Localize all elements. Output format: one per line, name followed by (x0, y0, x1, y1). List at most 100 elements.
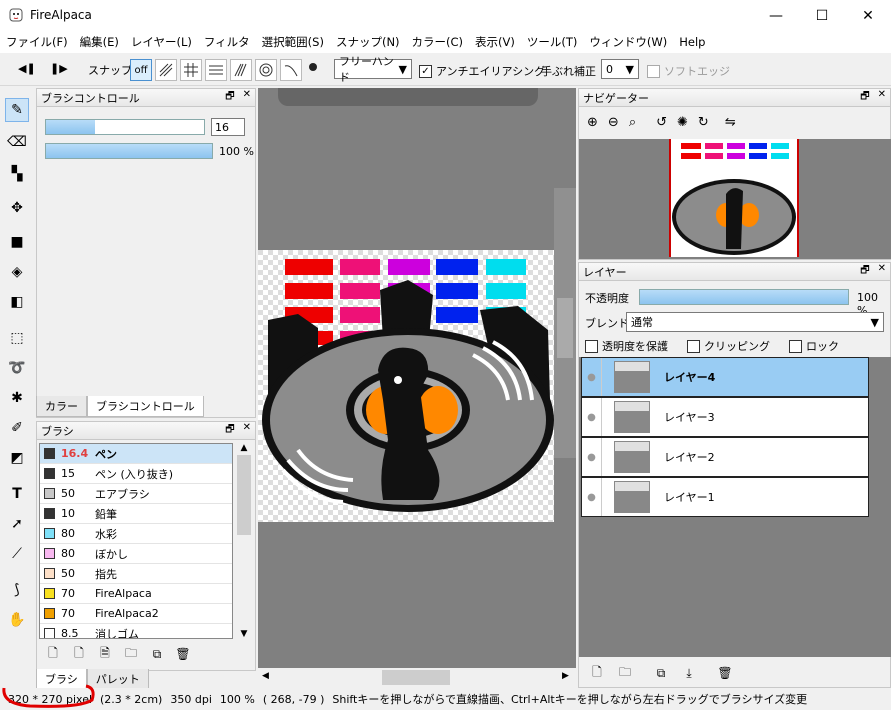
snap-off-button[interactable]: off (130, 59, 152, 81)
zoom-fit-icon[interactable]: ⌕ (629, 115, 636, 130)
snap-lines-icon[interactable] (205, 59, 227, 81)
duplicate-layer-icon[interactable]: ⧉ (653, 665, 669, 681)
menu-select[interactable]: 選択範囲(S) (256, 31, 330, 53)
brush-item[interactable]: 50 指先 (40, 564, 232, 584)
layer-row[interactable]: ● レイヤー4 (581, 357, 869, 397)
magic-wand-tool-icon[interactable]: ✱ (5, 386, 29, 410)
operation-tool-icon[interactable]: ➚ (5, 512, 29, 536)
pen-tool-icon[interactable]: ✎ (5, 98, 29, 122)
scroll-left-icon[interactable]: ◀ (262, 671, 269, 681)
brush-item[interactable]: 15 ペン (入り抜き) (40, 464, 232, 484)
brush-item[interactable]: 80 ぼかし (40, 544, 232, 564)
menu-snap[interactable]: スナップ(N) (330, 31, 406, 53)
folder-icon[interactable]: 🗀 (123, 646, 139, 662)
undock-icon[interactable]: 🗗 (225, 89, 234, 106)
artwork-canvas[interactable] (258, 250, 554, 522)
new-brush-2-icon[interactable]: 🗋 (71, 646, 87, 662)
brush-item[interactable]: 16.4 ペン (40, 444, 232, 464)
scroll-right-icon[interactable]: ▶ (562, 671, 569, 681)
new-layer-icon[interactable]: 🗋 (589, 665, 605, 681)
new-folder-icon[interactable]: 🗀 (617, 665, 633, 681)
brush-list-scrollbar[interactable]: ▲ ▼ (235, 443, 253, 639)
undock-icon[interactable]: 🗗 (860, 263, 869, 280)
fill-rect-tool-icon[interactable]: ■ (5, 230, 29, 254)
zoom-out-icon[interactable]: ⊖ (608, 115, 619, 130)
dot-tool-icon[interactable]: ▚ (5, 162, 29, 186)
undock-icon[interactable]: 🗗 (225, 422, 234, 439)
menu-file[interactable]: ファイル(F) (0, 31, 74, 53)
menu-window[interactable]: ウィンドウ(W) (583, 31, 673, 53)
canvas-area[interactable]: ◀ ▶ (258, 88, 576, 688)
close-icon[interactable]: ✕ (878, 263, 886, 280)
close-icon[interactable]: ✕ (243, 89, 251, 106)
bucket-tool-icon[interactable]: ◈ (5, 260, 29, 284)
protect-alpha-checkbox[interactable]: 透明度を保護 (585, 338, 668, 354)
menu-help[interactable]: Help (673, 31, 711, 53)
brush-item[interactable]: 80 水彩 (40, 524, 232, 544)
duplicate-icon[interactable]: ⧉ (149, 646, 165, 662)
minimize-button[interactable]: — (753, 0, 799, 31)
layer-row[interactable]: ● レイヤー2 (581, 437, 869, 477)
vertical-scroll-thumb[interactable] (557, 298, 573, 358)
hand-tool-icon[interactable]: ✋ (5, 608, 29, 632)
snap-perspective-icon[interactable] (230, 59, 252, 81)
scroll-up-icon[interactable]: ▲ (235, 443, 253, 453)
flip-horizontal-icon[interactable]: ⇋ (725, 115, 736, 130)
snap-dot-icon[interactable] (309, 63, 317, 71)
layer-row[interactable]: ● レイヤー3 (581, 397, 869, 437)
next-icon[interactable]: ❚▶ (50, 62, 68, 75)
menu-filter[interactable]: フィルタ (198, 31, 256, 53)
lock-checkbox[interactable]: ロック (789, 338, 839, 354)
close-icon[interactable]: ✕ (243, 422, 251, 439)
new-brush-icon[interactable]: 🗋 (45, 646, 61, 662)
brush-item[interactable]: 10 鉛筆 (40, 504, 232, 524)
trash-icon[interactable]: 🗑 (175, 646, 191, 662)
scroll-thumb[interactable] (237, 455, 251, 535)
canvas-vertical-scrollbar[interactable] (554, 188, 576, 458)
gradient-tool-icon[interactable]: ◧ (5, 290, 29, 314)
canvas-horizontal-scrollbar[interactable]: ◀ ▶ (258, 668, 576, 688)
lasso-tool-icon[interactable]: ➰ (5, 356, 29, 380)
select-eraser-tool-icon[interactable]: ◩ (5, 446, 29, 470)
eyedropper-tool-icon[interactable]: ⟆ (5, 578, 29, 602)
menu-layer[interactable]: レイヤー(L) (125, 31, 198, 53)
select-pen-tool-icon[interactable]: ✐ (5, 416, 29, 440)
eraser-tool-icon[interactable]: ⌫ (5, 130, 29, 154)
scroll-down-icon[interactable]: ▼ (235, 629, 253, 639)
maximize-button[interactable]: ☐ (799, 0, 845, 31)
close-icon[interactable]: ✕ (878, 89, 886, 106)
layer-visibility-icon[interactable]: ● (582, 358, 602, 396)
menu-tool[interactable]: ツール(T) (521, 31, 584, 53)
navigator-preview[interactable] (579, 139, 891, 259)
snap-grid-icon[interactable] (180, 59, 202, 81)
layer-row[interactable]: ● レイヤー1 (581, 477, 869, 517)
antialias-checkbox[interactable]: ✓ アンチエイリアシング (419, 63, 545, 79)
layer-visibility-icon[interactable]: ● (582, 478, 602, 516)
draw-mode-select[interactable]: フリーハンド ▼ (334, 55, 412, 84)
snap-concentric-icon[interactable] (255, 59, 277, 81)
merge-down-icon[interactable]: ⤓ (681, 665, 697, 681)
brush-size-slider[interactable] (45, 119, 205, 135)
rotate-right-icon[interactable]: ↻ (698, 115, 709, 130)
tab-color[interactable]: カラー (36, 396, 87, 417)
undock-icon[interactable]: 🗗 (860, 89, 869, 106)
brush-opacity-slider[interactable] (45, 143, 213, 159)
soft-edge-checkbox[interactable]: ソフトエッジ (647, 63, 730, 79)
zoom-in-icon[interactable]: ⊕ (587, 115, 598, 130)
menu-edit[interactable]: 編集(E) (74, 31, 125, 53)
brush-item[interactable]: 50 エアブラシ (40, 484, 232, 504)
menu-view[interactable]: 表示(V) (469, 31, 521, 53)
layer-visibility-icon[interactable]: ● (582, 398, 602, 436)
blend-select[interactable]: 通常 ▼ (626, 312, 884, 332)
layer-visibility-icon[interactable]: ● (582, 438, 602, 476)
rotate-reset-icon[interactable]: ✺ (677, 115, 688, 130)
prev-icon[interactable]: ◀❚ (18, 62, 36, 75)
horizontal-scroll-thumb[interactable] (382, 670, 450, 685)
rect-select-tool-icon[interactable]: ⬚ (5, 326, 29, 350)
text-tool-icon[interactable]: T (5, 482, 29, 506)
brush-size-input[interactable]: 16 (211, 118, 245, 136)
clipping-checkbox[interactable]: クリッピング (687, 338, 770, 354)
snap-parallel-icon[interactable] (155, 59, 177, 81)
tab-brush-control[interactable]: ブラシコントロール (87, 396, 204, 417)
brush-item[interactable]: 70 FireAlpaca2 (40, 604, 232, 624)
